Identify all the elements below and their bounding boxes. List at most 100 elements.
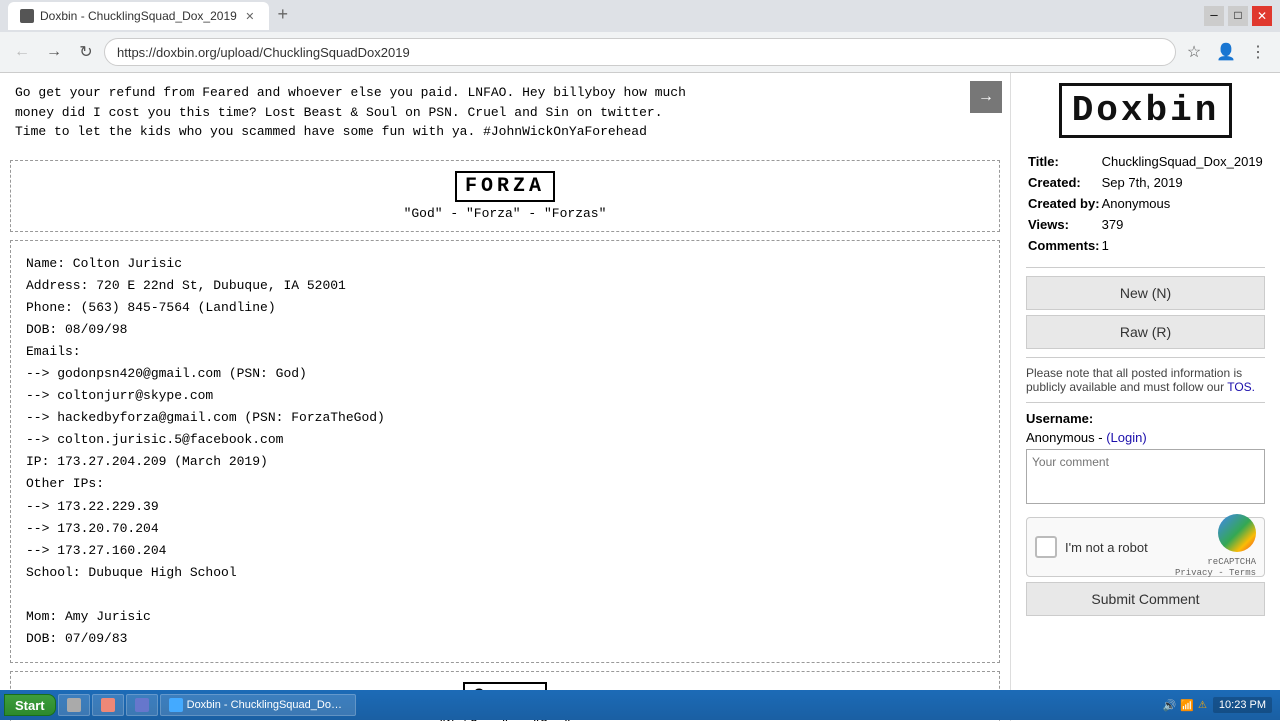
forza-ascii-title: FORZA [455,171,555,202]
taskbar-icon-3 [135,698,149,712]
menu-btn[interactable]: ⋮ [1244,38,1272,66]
forza-section: FORZA "God" - "Forza" - "Forzas" [10,160,1000,232]
forward-btn[interactable]: → [40,38,68,66]
tab-title: Doxbin - ChucklingSquad_Dox_2019 [40,9,237,23]
back-btn[interactable]: ← [8,38,36,66]
close-btn[interactable]: ✕ [1252,6,1272,26]
meta-created-by-row: Created by: Anonymous [1028,194,1263,213]
intro-text: Go get your refund from Feared and whoev… [0,73,1010,152]
content-area: → Go get your refund from Feared and who… [0,73,1010,721]
taskbar-right: 🔊 📶 ⚠ 10:23 PM [1163,697,1276,713]
recaptcha-label: I'm not a robot [1065,540,1167,555]
created-by-label: Created by: [1028,194,1100,213]
forza-title-text: FORZA [465,175,545,198]
recaptcha-branding: reCAPTCHA Privacy - Terms [1175,514,1256,580]
forza-address: Address: 720 E 22nd St, Dubuque, IA 5200… [26,275,984,297]
forza-phone: Phone: (563) 845-7564 (Landline) [26,297,984,319]
title-bar: Doxbin - ChucklingSquad_Dox_2019 ✕ + ─ □… [0,0,1280,32]
forza-info-block: Name: Colton Jurisic Address: 720 E 22nd… [26,253,984,651]
views-value: 379 [1102,215,1263,234]
active-tab[interactable]: Doxbin - ChucklingSquad_Dox_2019 ✕ [8,2,269,30]
tab-favicon [20,9,34,23]
start-btn[interactable]: Start [4,694,56,716]
created-by-value: Anonymous [1102,194,1263,213]
username-label-text: Username: [1026,411,1093,426]
taskbar-item-2[interactable] [92,694,124,716]
taskbar-item-1[interactable] [58,694,90,716]
divider1 [1026,267,1265,268]
forza-email1: --> godonpsn420@gmail.com (PSN: God) [26,363,984,385]
minimize-btn[interactable]: ─ [1204,6,1224,26]
systray-icon-2: 📶 [1180,699,1194,712]
new-btn[interactable]: New (N) [1026,276,1265,310]
divider2 [1026,357,1265,358]
profile-btn[interactable]: 👤 [1212,38,1240,66]
username-label: Username: [1026,411,1265,426]
forza-email2: --> coltonjurr@skype.com [26,385,984,407]
systray-icon-1: 🔊 [1163,699,1177,712]
start-label: Start [15,698,45,713]
tab-close-btn[interactable]: ✕ [243,9,257,23]
bookmark-btn[interactable]: ☆ [1180,38,1208,66]
forza-ip: IP: 173.27.204.209 (March 2019) [26,451,984,473]
taskbar-icon-2 [101,698,115,712]
taskbar-item-browser[interactable]: Doxbin - ChucklingSquad_Dox_2019 [160,694,356,716]
taskbar-item-3[interactable] [126,694,158,716]
forza-mom-dob: DOB: 07/09/83 [26,628,984,650]
recaptcha-logo-icon [1218,514,1256,552]
toolbar: ← → ↻ https://doxbin.org/upload/Chucklin… [0,32,1280,72]
refresh-btn[interactable]: ↻ [72,38,100,66]
taskbar: Start Doxbin - ChucklingSquad_Dox_2019 🔊… [0,690,1280,720]
raw-btn[interactable]: Raw (R) [1026,315,1265,349]
comment-input[interactable] [1026,449,1265,504]
created-value: Sep 7th, 2019 [1102,173,1263,192]
meta-table: Title: ChucklingSquad_Dox_2019 Created: … [1026,150,1265,257]
recaptcha-checkbox[interactable] [1035,536,1057,558]
forza-school: School: Dubuque High School [26,562,984,584]
forza-email3: --> hackedbyforza@gmail.com (PSN: ForzaT… [26,407,984,429]
forza-subtitle: "God" - "Forza" - "Forzas" [21,206,989,221]
taskbar-icon-browser [169,698,183,712]
submit-comment-btn[interactable]: Submit Comment [1026,582,1265,616]
recaptcha-box[interactable]: I'm not a robot reCAPTCHA Privacy - Term… [1026,517,1265,577]
forza-email4: --> colton.jurisic.5@facebook.com [26,429,984,451]
new-tab-btn[interactable]: + [269,2,297,30]
recaptcha-brand-label: reCAPTCHA [1175,557,1256,569]
created-label: Created: [1028,173,1100,192]
taskbar-browser-label: Doxbin - ChucklingSquad_Dox_2019 [187,699,347,711]
meta-created-row: Created: Sep 7th, 2019 [1028,173,1263,192]
address-bar[interactable]: https://doxbin.org/upload/ChucklingSquad… [104,38,1176,66]
taskbar-icon-1 [67,698,81,712]
url-text: https://doxbin.org/upload/ChucklingSquad… [117,45,410,60]
window-controls: ─ □ ✕ [1204,6,1272,26]
main-layout: → Go get your refund from Feared and who… [0,73,1280,721]
tos-notice-text: Please note that all posted information … [1026,366,1242,394]
username-value: Anonymous - (Login) [1026,430,1265,445]
toolbar-right: ☆ 👤 ⋮ [1180,38,1272,66]
forza-ip4: --> 173.27.160.204 [26,540,984,562]
meta-views-row: Views: 379 [1028,215,1263,234]
arrow-btn[interactable]: → [970,81,1002,113]
forza-mom: Mom: Amy Jurisic [26,606,984,628]
browser-chrome: Doxbin - ChucklingSquad_Dox_2019 ✕ + ─ □… [0,0,1280,73]
forza-dob: DOB: 08/09/98 [26,319,984,341]
views-label: Views: [1028,215,1100,234]
doxbin-logo-text: Doxbin [1059,83,1233,138]
tos-notice: Please note that all posted information … [1026,366,1265,394]
comments-value: 1 [1102,236,1263,255]
tos-link[interactable]: TOS. [1227,380,1255,394]
systray: 🔊 📶 ⚠ [1163,699,1207,712]
username-anonymous: Anonymous - [1026,430,1106,445]
title-value: ChucklingSquad_Dox_2019 [1102,152,1263,171]
sidebar: Doxbin Title: ChucklingSquad_Dox_2019 Cr… [1010,73,1280,721]
meta-comments-row: Comments: 1 [1028,236,1263,255]
forza-ip2: --> 173.22.229.39 [26,496,984,518]
title-label: Title: [1028,152,1100,171]
intro-paragraph: Go get your refund from Feared and whoev… [15,85,686,139]
systray-icon-3: ⚠ [1198,700,1207,711]
forza-other-ips-label: Other IPs: [26,473,984,495]
doxbin-logo: Doxbin [1026,83,1265,138]
login-link[interactable]: (Login) [1106,430,1146,445]
maximize-btn[interactable]: □ [1228,6,1248,26]
comments-label: Comments: [1028,236,1100,255]
